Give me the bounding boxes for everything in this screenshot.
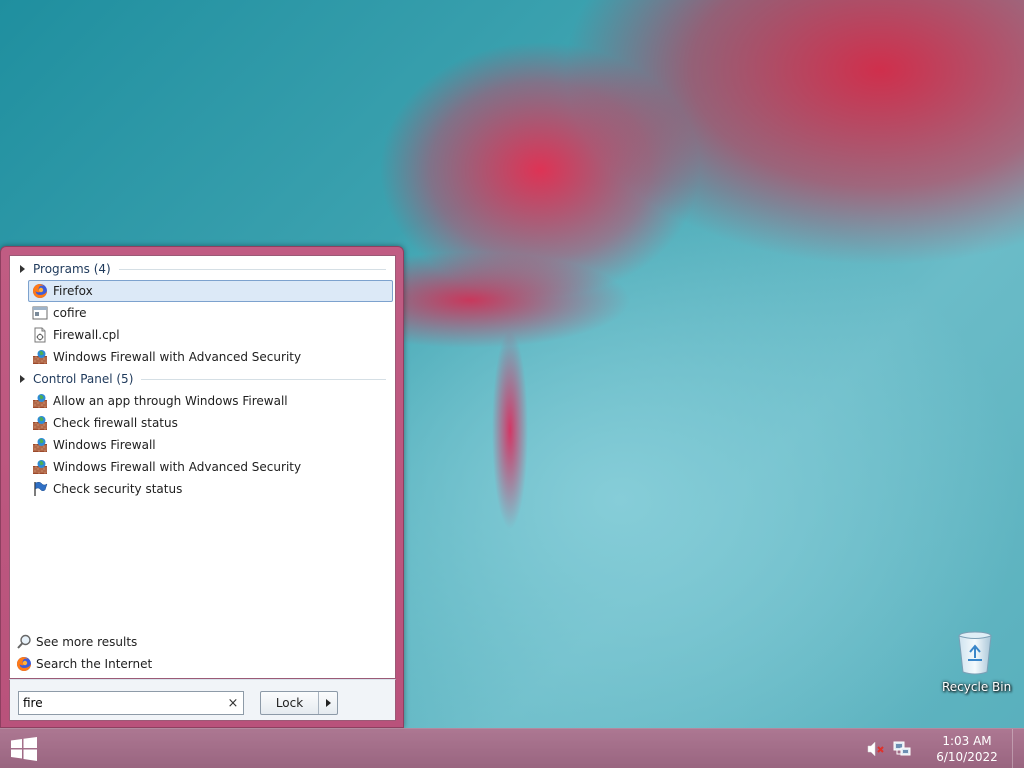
show-desktop-button[interactable]: [1012, 729, 1024, 768]
start-menu-bottom-bar: × Lock: [9, 679, 396, 721]
search-results-pane: Programs (4) Firefox cofire Firewall.cpl: [9, 255, 396, 679]
result-item-cofire[interactable]: cofire: [28, 302, 393, 324]
desktop-icon-label: Recycle Bin: [942, 680, 1012, 694]
taskbar: 1:03 AM 6/10/2022: [0, 728, 1024, 768]
expand-triangle-icon: [20, 265, 25, 273]
result-item-label: Check firewall status: [53, 416, 178, 430]
result-item-windows-firewall[interactable]: Windows Firewall: [28, 434, 393, 456]
result-item-firefox[interactable]: Firefox: [28, 280, 393, 302]
group-header-label: Control Panel (5): [33, 372, 134, 386]
group-header-label: Programs (4): [33, 262, 111, 276]
arrow-right-icon: [325, 699, 331, 707]
network-icon[interactable]: [892, 739, 912, 759]
result-item-check-security-status[interactable]: Check security status: [28, 478, 393, 500]
result-item-label: Allow an app through Windows Firewall: [53, 394, 288, 408]
firewall-icon: [32, 415, 48, 431]
power-button-group: Lock: [260, 691, 338, 715]
search-the-internet-link[interactable]: Search the Internet: [16, 654, 152, 674]
control-panel-file-icon: [32, 327, 48, 343]
result-item-label: Firefox: [53, 284, 93, 298]
clear-search-icon[interactable]: ×: [223, 696, 243, 711]
firefox-icon: [16, 656, 32, 672]
start-button[interactable]: [4, 733, 44, 765]
result-item-label: Windows Firewall with Advanced Security: [53, 350, 302, 364]
firewall-icon: [32, 349, 48, 365]
result-item-label: Windows Firewall: [53, 438, 156, 452]
result-item-firewall-cpl[interactable]: Firewall.cpl: [28, 324, 393, 346]
search-input[interactable]: [19, 693, 223, 713]
firewall-icon: [32, 437, 48, 453]
volume-muted-icon[interactable]: [866, 739, 886, 759]
search-box: ×: [18, 691, 244, 715]
result-item-label: Firewall.cpl: [53, 328, 120, 342]
result-item-label: Windows Firewall with Advanced Security: [53, 460, 302, 474]
start-menu: Programs (4) Firefox cofire Firewall.cpl: [0, 246, 404, 728]
firewall-icon: [32, 459, 48, 475]
taskbar-clock[interactable]: 1:03 AM 6/10/2022: [922, 733, 1012, 765]
firewall-icon: [32, 393, 48, 409]
result-item-label: cofire: [53, 306, 87, 320]
result-item-windows-firewall-advanced[interactable]: Windows Firewall with Advanced Security: [28, 346, 393, 368]
windows-logo-icon: [11, 737, 37, 761]
search-icon: [16, 634, 32, 650]
application-window-icon: [32, 305, 48, 321]
system-tray: 1:03 AM 6/10/2022: [866, 729, 1024, 768]
recycle-bin-icon: [958, 631, 992, 675]
power-options-arrow-button[interactable]: [319, 692, 337, 714]
lock-button[interactable]: Lock: [261, 692, 319, 714]
action-center-flag-icon: [32, 481, 48, 497]
footer-link-label: Search the Internet: [36, 657, 153, 671]
clock-date: 6/10/2022: [936, 750, 998, 764]
result-item-windows-firewall-advanced-cp[interactable]: Windows Firewall with Advanced Security: [28, 456, 393, 478]
expand-triangle-icon: [20, 375, 25, 383]
firefox-icon: [32, 283, 48, 299]
group-header-control-panel[interactable]: Control Panel (5): [16, 370, 386, 388]
result-item-label: Check security status: [53, 482, 183, 496]
desktop-icon-recycle-bin[interactable]: Recycle Bin: [942, 630, 1012, 694]
result-item-check-firewall-status[interactable]: Check firewall status: [28, 412, 393, 434]
footer-link-label: See more results: [36, 635, 138, 649]
divider: [118, 268, 386, 270]
clock-time: 1:03 AM: [942, 734, 992, 748]
see-more-results-link[interactable]: See more results: [16, 632, 137, 652]
group-header-programs[interactable]: Programs (4): [16, 260, 386, 278]
result-item-allow-app-through-firewall[interactable]: Allow an app through Windows Firewall: [28, 390, 393, 412]
divider: [141, 378, 386, 380]
